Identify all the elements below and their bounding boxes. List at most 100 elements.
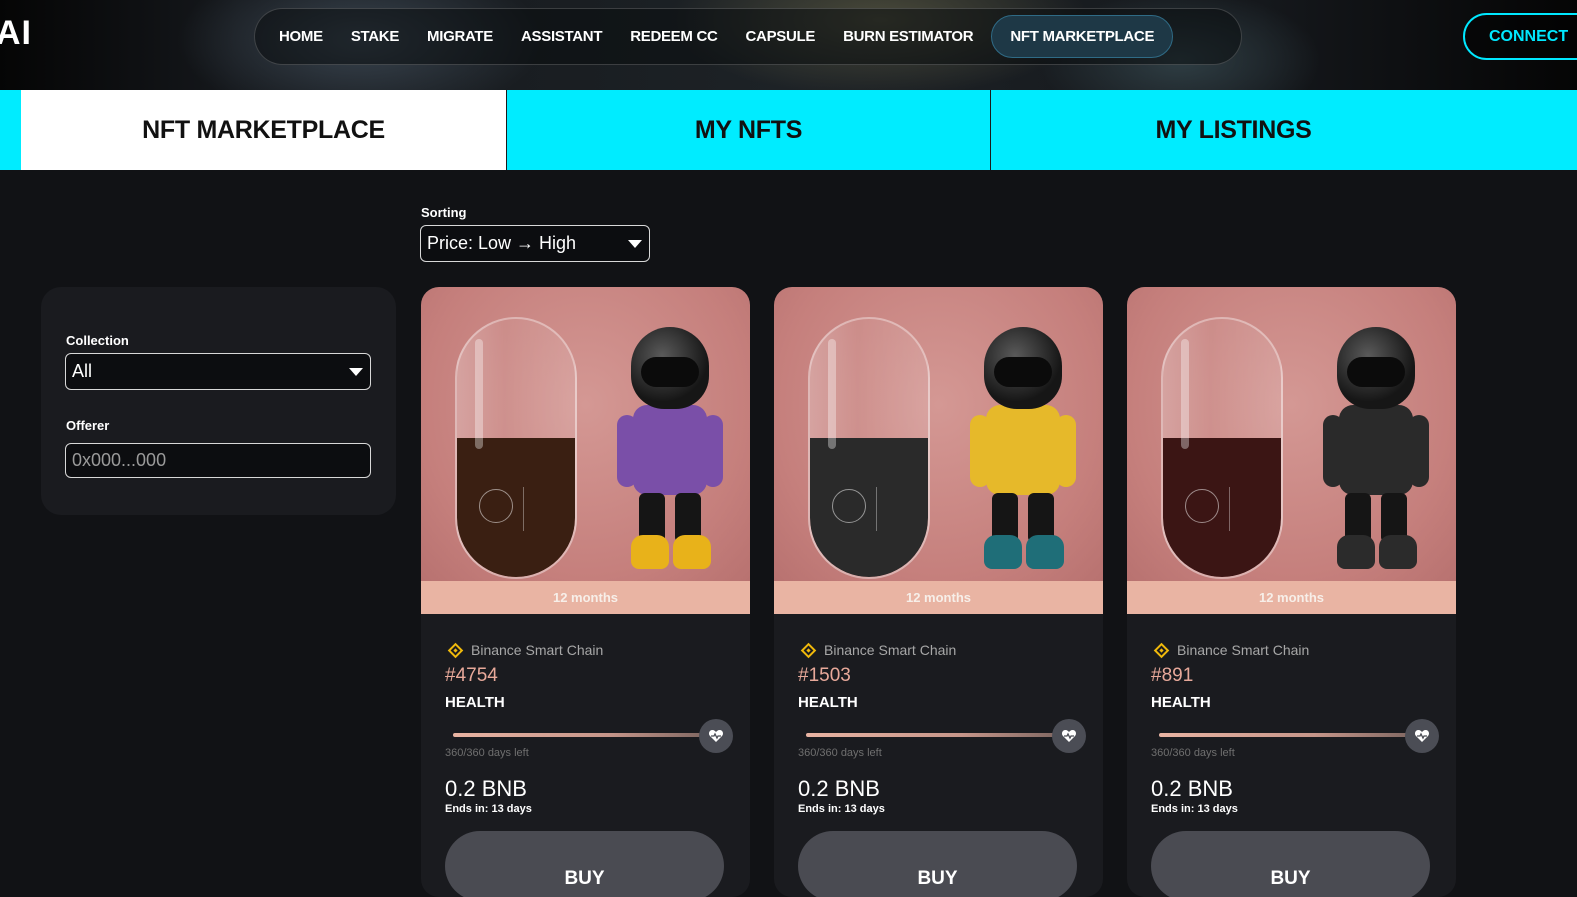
sorting-select[interactable]: Price: Low → High [420,225,650,262]
toy-figure-image [617,327,723,577]
duration-label: 12 months [1127,581,1456,614]
capsule-emblem-icon [479,489,513,523]
toy-figure-image [1323,327,1429,577]
nav-capsule[interactable]: CAPSULE [732,18,830,55]
days-left: 360/360 days left [445,747,529,759]
figure-shirt [986,405,1060,495]
nft-card[interactable]: 12 months Binance Smart Chain #1503 HEAL… [774,287,1103,897]
figure-visor [1347,357,1405,387]
price: 0.2 BNB [798,776,880,801]
days-left: 360/360 days left [1151,747,1235,759]
ends-in: Ends in: 13 days [798,803,885,815]
days-left: 360/360 days left [798,747,882,759]
ends-label: Ends in: [798,803,842,815]
figure-shoe [673,535,711,569]
health-heart-icon [1405,719,1439,753]
bnb-chain-icon [447,642,464,658]
health-heart-icon [699,719,733,753]
toy-figure-image [970,327,1076,577]
chain-name: Binance Smart Chain [824,642,957,658]
buy-button[interactable]: BUY [445,831,724,897]
bnb-chain-icon [1153,642,1170,658]
ends-in: Ends in: 13 days [1151,803,1238,815]
health-heart-icon [1052,719,1086,753]
figure-visor [641,357,699,387]
nav-burn-estimator[interactable]: BURN ESTIMATOR [829,18,987,55]
ends-in: Ends in: 13 days [445,803,532,815]
figure-shoe [984,535,1022,569]
tab-my-listings[interactable]: MY LISTINGS [991,90,1476,170]
figure-shoe [631,535,669,569]
connect-wallet-button[interactable]: CONNECT [1463,13,1577,60]
collection-selected-value: All [72,361,93,381]
offerer-input[interactable] [65,443,371,478]
duration-label: 12 months [421,581,750,614]
collection-select[interactable]: All [65,353,371,390]
capsule-emblem-icon [832,489,866,523]
health-bar [453,733,711,737]
ends-label: Ends in: [1151,803,1195,815]
capsule-shine [828,339,836,449]
price: 0.2 BNB [445,776,527,801]
buy-button[interactable]: BUY [1151,831,1430,897]
capsule-image [1161,317,1283,579]
nav-stake[interactable]: STAKE [337,18,413,55]
figure-visor [994,357,1052,387]
nav-home[interactable]: HOME [265,18,337,55]
chain-name: Binance Smart Chain [1177,642,1310,658]
tab-nft-marketplace[interactable]: NFT MARKETPLACE [21,90,506,170]
nft-card[interactable]: 12 months Binance Smart Chain #891 HEALT… [1127,287,1456,897]
tab-my-nfts[interactable]: MY NFTS [506,90,991,170]
capsule-label [876,487,912,531]
chain-info: Binance Smart Chain [798,642,956,658]
nft-card[interactable]: 12 months Binance Smart Chain #4754 HEAL… [421,287,750,897]
chevron-down-icon [349,367,363,376]
sorting-selected-value: Price: Low → High [427,233,577,253]
ends-value: 13 days [491,803,532,815]
capsule-shine [475,339,483,449]
capsule-image [455,317,577,579]
token-id: #1503 [798,665,851,686]
capsule-label [1229,487,1265,531]
top-header: AI HOME STAKE MIGRATE ASSISTANT REDEEM C… [0,0,1577,90]
app-logo[interactable]: AI [0,14,32,53]
health-bar [1159,733,1417,737]
main-nav: HOME STAKE MIGRATE ASSISTANT REDEEM CC C… [254,8,1242,65]
offerer-label: Offerer [66,418,110,433]
ends-value: 13 days [1197,803,1238,815]
health-bar [806,733,1064,737]
chain-info: Binance Smart Chain [1151,642,1309,658]
nft-image[interactable] [421,287,750,581]
token-id: #4754 [445,665,498,686]
bnb-chain-icon [800,642,817,658]
nft-image[interactable] [1127,287,1456,581]
capsule-shine [1181,339,1189,449]
figure-shoe [1379,535,1417,569]
chevron-down-icon [628,239,642,248]
duration-label: 12 months [774,581,1103,614]
figure-shoe [1337,535,1375,569]
nav-assistant[interactable]: ASSISTANT [507,18,616,55]
sorting-label: Sorting [421,205,467,220]
chain-info: Binance Smart Chain [445,642,603,658]
health-label: HEALTH [1151,694,1211,711]
price: 0.2 BNB [1151,776,1233,801]
token-id: #891 [1151,665,1194,686]
health-label: HEALTH [798,694,858,711]
ends-label: Ends in: [445,803,489,815]
buy-button[interactable]: BUY [798,831,1077,897]
nft-image[interactable] [774,287,1103,581]
chain-name: Binance Smart Chain [471,642,604,658]
nav-migrate[interactable]: MIGRATE [413,18,507,55]
health-label: HEALTH [445,694,505,711]
collection-label: Collection [66,333,129,348]
capsule-label [523,487,559,531]
figure-shirt [1339,405,1413,495]
ends-value: 13 days [844,803,885,815]
nav-nft-marketplace[interactable]: NFT MARKETPLACE [991,15,1174,58]
marketplace-tabs: NFT MARKETPLACE MY NFTS MY LISTINGS [0,90,1577,170]
nav-redeem-cc[interactable]: REDEEM CC [616,18,731,55]
filter-panel: Collection All Offerer [41,287,396,515]
capsule-emblem-icon [1185,489,1219,523]
capsule-image [808,317,930,579]
